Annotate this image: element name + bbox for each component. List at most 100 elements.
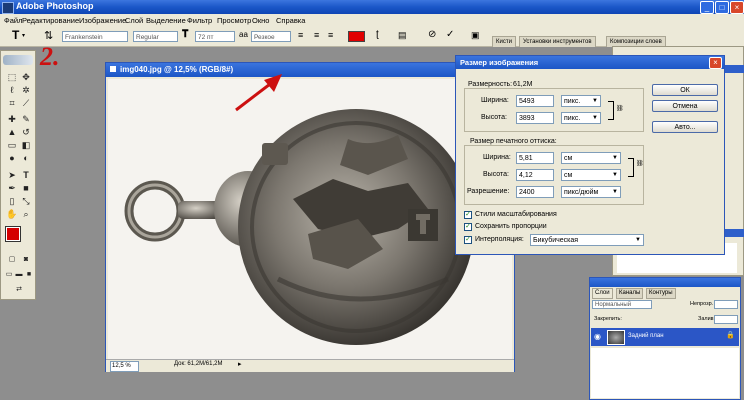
- blend-mode-select[interactable]: Нормальный: [592, 300, 652, 309]
- text-orientation-icon[interactable]: ⇅: [44, 29, 53, 42]
- quick-mask-icon[interactable]: ◙: [20, 254, 32, 266]
- dialog-close-button[interactable]: ×: [709, 57, 722, 69]
- height-field[interactable]: 3893: [516, 112, 554, 124]
- menu-edit[interactable]: Редактирование: [22, 16, 79, 25]
- healing-brush-tool-icon[interactable]: ✚: [6, 113, 18, 125]
- align-left-icon[interactable]: ≡: [298, 30, 303, 40]
- photoshop-logo-icon: [2, 2, 14, 14]
- dropdown-arrow-icon: ▼: [592, 98, 598, 104]
- image-canvas[interactable]: [108, 79, 512, 359]
- width-unit-value: пикс.: [564, 98, 581, 105]
- interp-select[interactable]: Бикубическая ▼: [530, 234, 644, 246]
- clone-stamp-tool-icon[interactable]: ▲: [6, 126, 18, 138]
- menu-help[interactable]: Справка: [276, 16, 305, 25]
- tab-brushes[interactable]: Кисти: [492, 36, 516, 47]
- tool-preset-arrow-icon[interactable]: ▾: [22, 32, 25, 39]
- pen-tool-icon[interactable]: ✒: [6, 182, 18, 194]
- crop-tool-icon[interactable]: ⌗: [6, 97, 18, 109]
- menu-view[interactable]: Просмотр: [217, 16, 251, 25]
- ok-button[interactable]: ОК: [652, 84, 718, 96]
- document-window[interactable]: img040.jpg @ 12,5% (RGB/8#) 12,5 % Док: …: [105, 62, 515, 372]
- height-label: Высота:: [481, 114, 507, 121]
- eye-icon[interactable]: ◉: [594, 332, 601, 341]
- text-tool-icon[interactable]: T: [12, 28, 19, 42]
- font-family-select[interactable]: Frankenstein: [62, 31, 128, 42]
- opacity-field[interactable]: [714, 300, 738, 309]
- layer-name: Задний план: [628, 333, 664, 339]
- document-title-bar[interactable]: img040.jpg @ 12,5% (RGB/8#): [106, 63, 514, 77]
- print-width-field[interactable]: 5,81: [516, 152, 554, 164]
- constrain-checkbox[interactable]: ✓: [464, 223, 472, 231]
- eraser-tool-icon[interactable]: ▭: [6, 139, 18, 151]
- print-size-label: Размер печатного оттиска:: [470, 138, 557, 145]
- layers-panel-header: [590, 278, 740, 287]
- move-tool-icon[interactable]: ✥: [20, 71, 32, 83]
- resample-checkbox[interactable]: ✓: [464, 236, 472, 244]
- font-size-field[interactable]: 72 пт: [195, 31, 235, 42]
- jump-to-imageready-icon[interactable]: ⇄: [13, 284, 25, 296]
- menu-window[interactable]: Окно: [252, 16, 269, 25]
- zoom-field[interactable]: 12,5 %: [110, 361, 139, 372]
- print-height-unit-select[interactable]: см ▼: [561, 169, 621, 181]
- width-unit-select[interactable]: пикс. ▼: [561, 95, 601, 107]
- path-selection-tool-icon[interactable]: ➤: [6, 169, 18, 181]
- print-width-unit-value: см: [564, 155, 573, 162]
- tab-tool-presets[interactable]: Установки инструментов: [519, 36, 596, 47]
- annotation-arrow: [235, 74, 282, 112]
- magic-wand-tool-icon[interactable]: ✲: [20, 84, 32, 96]
- hand-tool-icon[interactable]: ✋: [6, 208, 18, 220]
- file-browser-icon[interactable]: ▣: [471, 30, 480, 41]
- dialog-title: Размер изображения: [460, 58, 539, 67]
- type-tool-icon[interactable]: T: [20, 169, 32, 181]
- screen-mode-full-icon[interactable]: ■: [23, 269, 35, 281]
- print-width-unit-select[interactable]: см ▼: [561, 152, 621, 164]
- menu-layer[interactable]: Слой: [125, 16, 143, 25]
- standard-mode-icon[interactable]: ▢: [6, 254, 18, 266]
- slice-tool-icon[interactable]: ⟋: [20, 97, 32, 109]
- blur-tool-icon[interactable]: ●: [6, 152, 18, 164]
- notes-tool-icon[interactable]: ▯: [6, 195, 18, 207]
- warp-text-icon[interactable]: ʈ: [376, 29, 379, 40]
- align-right-icon[interactable]: ≡: [328, 30, 333, 40]
- marquee-tool-icon[interactable]: ⬚: [6, 71, 18, 83]
- status-menu-arrow-icon[interactable]: ▸: [238, 360, 242, 368]
- shape-tool-icon[interactable]: ■: [20, 182, 32, 194]
- eyedropper-tool-icon[interactable]: ⤡: [20, 195, 32, 207]
- dodge-tool-icon[interactable]: ◐: [20, 152, 32, 164]
- tab-channels[interactable]: Каналы: [616, 288, 644, 299]
- character-palette-icon[interactable]: ▤: [398, 30, 407, 41]
- commit-icon[interactable]: ✓: [446, 29, 454, 40]
- menu-bar: Файл Редактирование Изображение Слой Выд…: [0, 14, 744, 26]
- foreground-color-swatch[interactable]: [5, 226, 21, 242]
- scale-styles-checkbox[interactable]: ✓: [464, 211, 472, 219]
- lasso-tool-icon[interactable]: ℓ: [6, 84, 18, 96]
- menu-image[interactable]: Изображение: [79, 16, 126, 25]
- close-button[interactable]: ×: [730, 1, 744, 14]
- layer-row-background[interactable]: ◉ Задний план 🔒: [591, 328, 739, 346]
- align-center-icon[interactable]: ≡: [314, 30, 319, 40]
- zoom-tool-icon[interactable]: ⌕: [20, 208, 32, 220]
- brush-tool-icon[interactable]: ✎: [20, 113, 32, 125]
- antialias-select[interactable]: Резкое: [251, 31, 291, 42]
- cancel-icon[interactable]: ⊘: [428, 29, 436, 40]
- gradient-tool-icon[interactable]: ◧: [20, 139, 32, 151]
- minimize-button[interactable]: _: [700, 1, 714, 14]
- width-field[interactable]: 5493: [516, 95, 554, 107]
- resolution-unit-select[interactable]: пикс/дюйм ▼: [561, 186, 621, 198]
- font-style-select[interactable]: Regular: [133, 31, 178, 42]
- menu-file[interactable]: Файл: [4, 16, 22, 25]
- menu-filter[interactable]: Фильтр: [187, 16, 212, 25]
- maximize-button[interactable]: □: [715, 1, 729, 14]
- tab-paths[interactable]: Контуры: [646, 288, 676, 299]
- cancel-button[interactable]: Отмена: [652, 100, 718, 112]
- text-color-swatch[interactable]: [348, 31, 365, 42]
- resolution-field[interactable]: 2400: [516, 186, 554, 198]
- menu-select[interactable]: Выделение: [146, 16, 186, 25]
- scale-styles-label: Стили масштабирования: [475, 211, 557, 218]
- auto-button[interactable]: Авто...: [652, 121, 718, 133]
- print-height-field[interactable]: 4,12: [516, 169, 554, 181]
- tab-layers[interactable]: Слои: [592, 288, 613, 299]
- fill-field[interactable]: [714, 315, 738, 324]
- height-unit-select[interactable]: пикс. ▼: [561, 112, 601, 124]
- history-brush-tool-icon[interactable]: ↺: [20, 126, 32, 138]
